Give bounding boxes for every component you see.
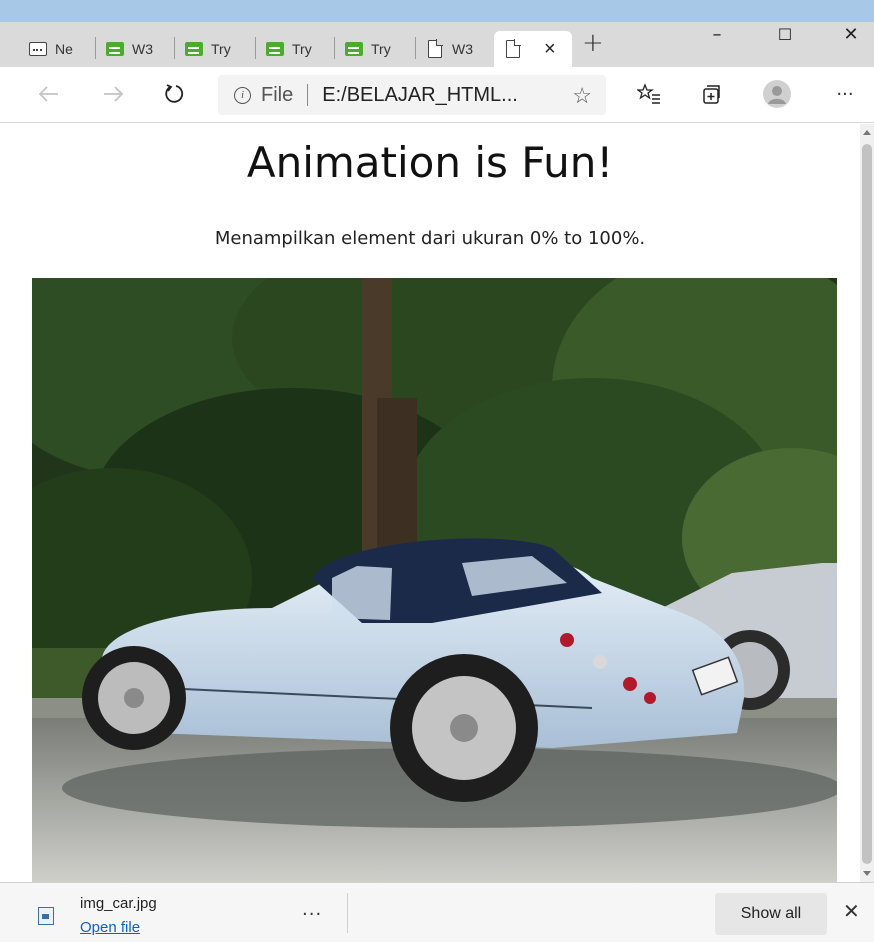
scroll-up-icon[interactable]	[863, 130, 871, 135]
open-file-link[interactable]: Open file	[80, 919, 140, 936]
collections-icon[interactable]	[696, 79, 726, 109]
page-description: Menampilkan element dari ukuran 0% to 10…	[214, 228, 646, 249]
w3schools-icon	[266, 40, 284, 58]
url-scheme: File	[261, 83, 294, 106]
new-tab-page-icon	[29, 40, 47, 58]
window-accent-strip	[0, 0, 874, 22]
tab-active[interactable]: ×	[494, 31, 572, 67]
download-divider	[347, 893, 348, 933]
download-bar: img_car.jpg Open file ... Show all ✕	[0, 882, 874, 942]
web-content: Animation is Fun! Menampilkan element da…	[0, 124, 860, 882]
tab-label: W3	[132, 41, 153, 57]
maximize-icon[interactable]: ☐	[762, 22, 808, 46]
car-image	[32, 278, 837, 882]
download-file-name: img_car.jpg	[80, 895, 157, 912]
minimize-icon[interactable]: –	[694, 22, 740, 46]
tab-label: W3	[452, 41, 473, 57]
tab-w3[interactable]: W3	[97, 31, 175, 67]
close-tab-icon[interactable]: ×	[544, 39, 556, 59]
new-tab-button[interactable]: +	[582, 30, 604, 56]
url-text[interactable]: E:/BELAJAR_HTML...	[322, 84, 518, 107]
w3schools-icon	[106, 40, 124, 58]
page-icon	[426, 39, 444, 58]
w3schools-icon	[345, 40, 363, 58]
tab-label: Try	[211, 41, 231, 57]
close-window-icon[interactable]: ✕	[828, 22, 874, 46]
scroll-down-icon[interactable]	[863, 871, 871, 876]
forward-icon[interactable]	[98, 79, 128, 109]
more-icon[interactable]: ···	[830, 79, 860, 109]
show-all-button[interactable]: Show all	[715, 893, 827, 935]
tab-label: Ne	[55, 41, 73, 57]
profile-icon[interactable]	[762, 79, 792, 109]
tab-new-tab[interactable]: Ne	[20, 31, 96, 67]
download-more-icon[interactable]: ...	[302, 899, 322, 920]
refresh-icon[interactable]	[160, 79, 190, 109]
close-download-bar-icon[interactable]: ✕	[843, 901, 860, 921]
scroll-thumb[interactable]	[862, 144, 872, 864]
browser-toolbar: i File E:/BELAJAR_HTML... ☆ ···	[0, 67, 874, 123]
tab-strip: Ne W3 Try Try Try W3 × +	[0, 22, 874, 67]
favorites-icon[interactable]	[634, 79, 664, 109]
info-icon[interactable]: i	[234, 86, 251, 104]
tab-w3-page[interactable]: W3	[417, 31, 493, 67]
address-bar[interactable]: i File E:/BELAJAR_HTML... ☆	[218, 75, 606, 115]
back-icon[interactable]	[34, 79, 64, 109]
tab-try-3[interactable]: Try	[336, 31, 416, 67]
page-title: Animation is Fun!	[246, 138, 614, 187]
tab-label: Try	[292, 41, 312, 57]
image-file-icon	[38, 907, 54, 925]
page-icon	[504, 39, 522, 58]
tab-try-1[interactable]: Try	[176, 31, 256, 67]
w3schools-icon	[185, 40, 203, 58]
page-scrollbar[interactable]	[860, 124, 874, 882]
tab-label: Try	[371, 41, 391, 57]
add-favorite-star-icon[interactable]: ☆	[572, 83, 592, 109]
tab-try-2[interactable]: Try	[257, 31, 335, 67]
